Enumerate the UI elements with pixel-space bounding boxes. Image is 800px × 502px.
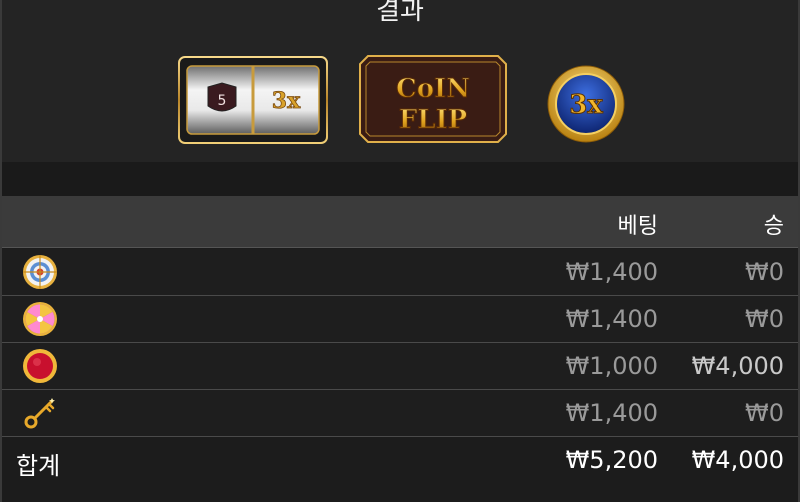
section-divider — [2, 162, 798, 196]
table-row: ₩1,400 ₩0 — [2, 249, 798, 296]
header-bet: 베팅 — [617, 214, 658, 239]
slot-reel-badge: 5 3x — [178, 56, 328, 144]
row-bet: ₩1,400 — [565, 258, 658, 286]
table-row: ₩1,000 ₩4,000 — [2, 343, 798, 390]
table-row: ₩1,400 ₩0 — [2, 296, 798, 343]
row-win: ₩0 — [745, 258, 784, 286]
row-bet: ₩1,000 — [565, 352, 658, 380]
result-panel: 결과 5 3x CoIN FLIP 3x — [2, 0, 798, 162]
row-win: ₩0 — [745, 305, 784, 333]
total-win: ₩4,000 — [691, 446, 784, 474]
total-row: 합계 ₩5,200 ₩4,000 — [2, 438, 798, 502]
multiplier-value: 3x — [569, 90, 603, 120]
row-bet: ₩1,400 — [565, 305, 658, 333]
row-win: ₩0 — [745, 399, 784, 427]
target-icon — [23, 255, 57, 289]
coin-flip-badge: CoIN FLIP — [359, 55, 507, 143]
reel-right-symbol: 3x — [272, 88, 301, 114]
total-bet: ₩5,200 — [565, 446, 658, 474]
coin-flip-line2: FLIP — [399, 105, 467, 135]
candy-swirl-icon — [23, 302, 57, 336]
row-bet: ₩1,400 — [565, 399, 658, 427]
coin-flip-line1: CoIN — [396, 74, 470, 104]
result-title: 결과 — [376, 0, 424, 26]
golden-key-icon — [24, 398, 55, 429]
reel-left-symbol: 5 — [218, 93, 227, 109]
red-coin-icon — [23, 349, 57, 383]
multiplier-coin: 3x — [547, 65, 625, 143]
table-row: ₩1,400 ₩0 — [2, 390, 798, 437]
header-win: 승 — [763, 214, 784, 239]
row-win: ₩4,000 — [691, 352, 784, 380]
total-label: 합계 — [16, 452, 61, 480]
table-header: 베팅 승 — [2, 196, 798, 248]
